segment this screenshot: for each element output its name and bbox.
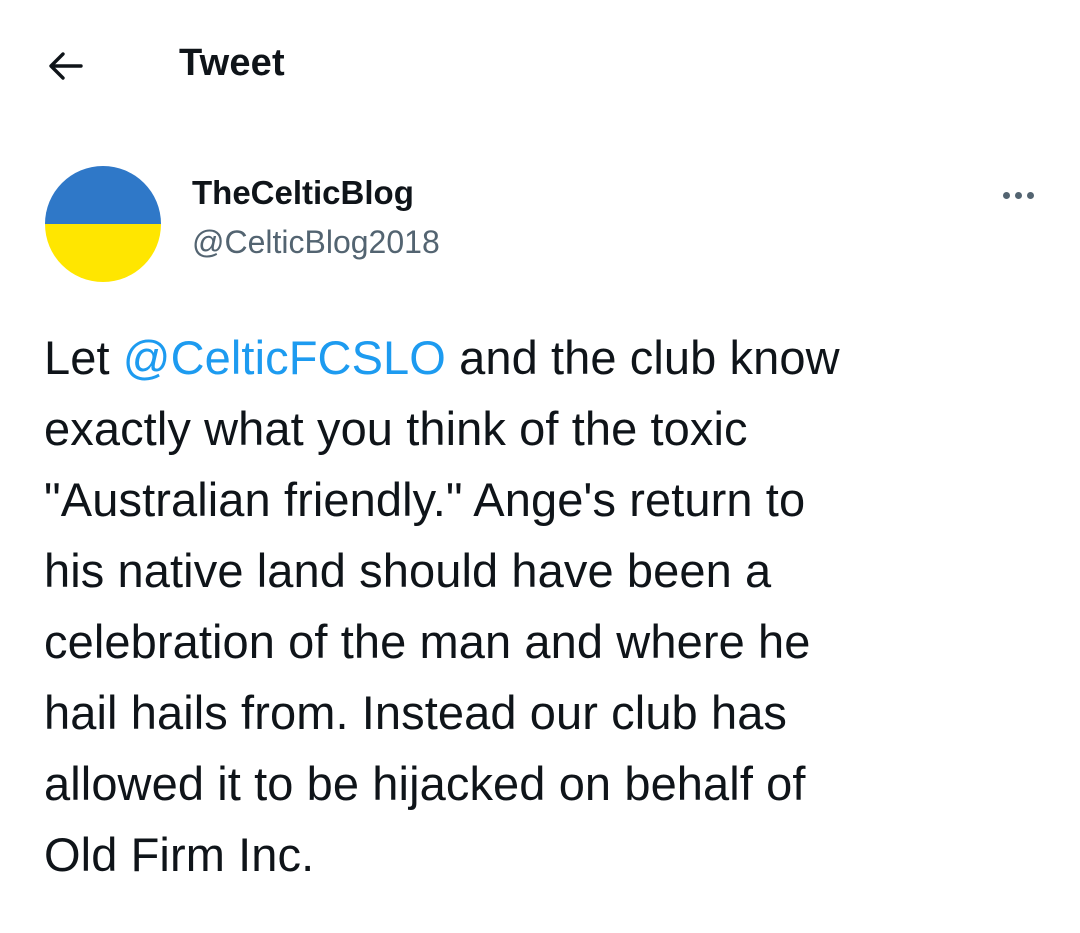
author-display-name[interactable]: TheCelticBlog — [192, 172, 414, 214]
tweet-text-segment: and the club know — [445, 331, 840, 384]
avatar-top-half — [45, 166, 161, 224]
tweet-text: Let @CelticFCSLO and the club know exact… — [44, 322, 1044, 890]
more-horizontal-icon-dot — [1014, 191, 1022, 199]
tweet-line: Let @CelticFCSLO and the club know — [44, 322, 1044, 393]
more-horizontal-icon — [1002, 191, 1010, 199]
mention-link[interactable]: @CelticFCSLO — [123, 331, 446, 384]
tweet-line: "Australian friendly." Ange's return to — [44, 473, 806, 526]
more-options-button[interactable] — [990, 180, 1046, 210]
arrow-left-icon — [48, 51, 84, 81]
tweet-text-segment: Let — [44, 331, 123, 384]
tweet-line: celebration of the man and where he — [44, 615, 811, 668]
tweet-line: hail hails from. Instead our club has — [44, 686, 788, 739]
top-bar: Tweet — [0, 0, 1080, 130]
back-button[interactable] — [38, 42, 94, 90]
tweet-line: Old Firm Inc. — [44, 828, 315, 881]
tweet-line: allowed it to be hijacked on behalf of — [44, 757, 806, 810]
more-horizontal-icon-dot — [1026, 191, 1034, 199]
avatar[interactable] — [45, 166, 161, 282]
author-handle[interactable]: @CelticBlog2018 — [192, 222, 440, 262]
page-title: Tweet — [179, 42, 285, 84]
tweet-line: his native land should have been a — [44, 544, 772, 597]
tweet-line: exactly what you think of the toxic — [44, 402, 748, 455]
avatar-bottom-half — [45, 224, 161, 282]
tweet-author: TheCelticBlog @CelticBlog2018 — [0, 160, 1080, 290]
